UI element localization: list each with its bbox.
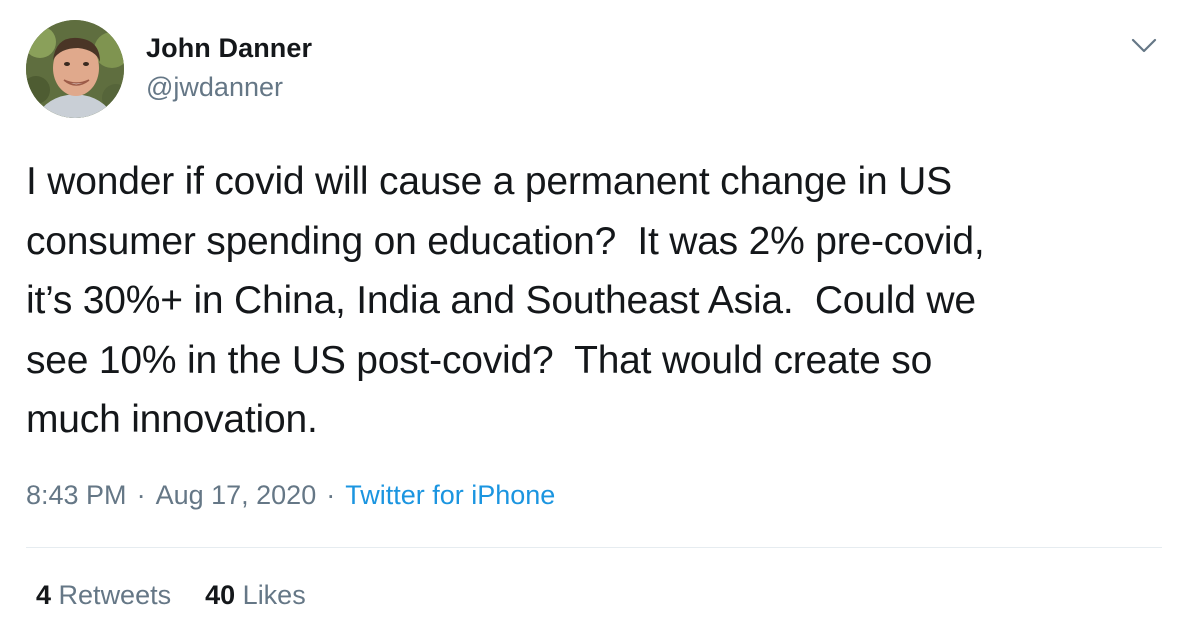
meta-separator: · (326, 480, 336, 510)
tweet-card: John Danner @jwdanner I wonder if covid … (0, 0, 1194, 636)
tweet-source-link[interactable]: Twitter for iPhone (345, 480, 555, 510)
likes-label: Likes (242, 580, 306, 610)
retweets-count: 4 (36, 580, 52, 610)
tweet-time[interactable]: 8:43 PM (26, 480, 127, 510)
profile-photo-icon (26, 20, 124, 118)
retweets-label: Retweets (58, 580, 172, 610)
likes-count: 40 (205, 580, 236, 610)
likes-stat[interactable]: 40 Likes (205, 580, 306, 610)
avatar[interactable] (26, 20, 124, 118)
tweet-meta: 8:43 PM · Aug 17, 2020 · Twitter for iPhone (26, 480, 555, 511)
tweet-date[interactable]: Aug 17, 2020 (156, 480, 317, 510)
retweets-stat[interactable]: 4 Retweets (36, 580, 171, 610)
tweet-text: I wonder if covid will cause a permanent… (26, 160, 985, 441)
meta-separator: · (136, 480, 146, 510)
display-name[interactable]: John Danner (146, 33, 312, 64)
divider (26, 547, 1162, 548)
chevron-down-icon[interactable] (1124, 30, 1164, 62)
user-handle[interactable]: @jwdanner (146, 72, 283, 103)
tweet-stats: 4 Retweets 40 Likes (36, 580, 306, 611)
